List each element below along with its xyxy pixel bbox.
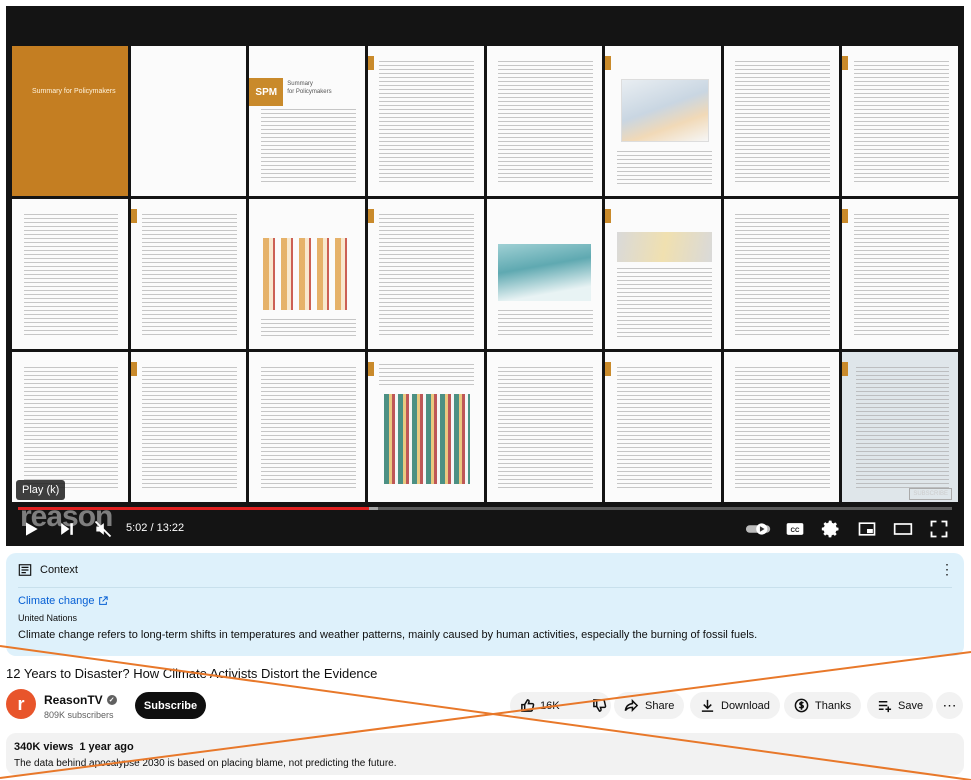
description-meta: 340K views 1 year ago	[14, 741, 140, 753]
channel-avatar[interactable]: r	[6, 689, 36, 719]
miniplayer-icon	[858, 522, 876, 536]
report-page	[130, 352, 247, 502]
thanks-button[interactable]: Thanks	[784, 692, 862, 719]
youtube-watch-page: Summary for Policymakers SPM Summary for …	[0, 0, 971, 780]
external-link-icon	[99, 596, 109, 605]
report-page	[842, 46, 958, 196]
context-heading: Context	[40, 564, 78, 576]
context-description: Climate change refers to long-term shift…	[18, 629, 758, 641]
fullscreen-icon	[930, 520, 948, 538]
divider	[18, 587, 952, 588]
like-button[interactable]: 16K	[510, 692, 570, 719]
report-page-cover: Summary for Policymakers	[12, 46, 128, 196]
play-icon	[26, 522, 38, 536]
context-header: Context	[18, 563, 78, 577]
subscriber-count: 809K subscribers	[44, 710, 114, 720]
view-count: 340K views	[14, 741, 74, 753]
context-info-icon	[18, 564, 32, 576]
context-source: United Nations	[18, 613, 78, 623]
more-horizontal-icon: ⋯	[942, 697, 957, 713]
report-page	[723, 352, 840, 502]
fullscreen-button[interactable]	[928, 518, 950, 540]
context-panel: Context ⋮ Climate change United Nations …	[6, 553, 964, 656]
save-button[interactable]: Save	[867, 692, 934, 719]
report-page-highlighted	[842, 352, 958, 502]
theater-mode-button[interactable]	[892, 518, 914, 540]
next-button[interactable]	[56, 518, 78, 540]
share-icon	[624, 699, 639, 712]
report-page-figure	[486, 199, 603, 349]
report-page	[130, 199, 247, 349]
video-player[interactable]: Summary for Policymakers SPM Summary for …	[6, 6, 964, 546]
thanks-dollar-icon	[794, 698, 809, 713]
download-icon	[701, 699, 714, 712]
description-text: The data behind apocalypse 2030 is based…	[14, 758, 397, 769]
report-page-figure	[605, 46, 721, 196]
more-actions-button[interactable]: ⋯	[936, 692, 963, 719]
autoplay-toggle[interactable]	[744, 518, 774, 540]
mute-button[interactable]	[92, 518, 114, 540]
closed-captions-icon: CC	[786, 523, 804, 535]
thumbs-down-icon	[592, 699, 606, 712]
report-page	[367, 199, 484, 349]
document-page-grid: Summary for Policymakers SPM Summary for …	[12, 46, 958, 502]
play-tooltip: Play (k)	[16, 480, 66, 500]
report-page	[605, 352, 721, 502]
settings-button[interactable]	[820, 518, 842, 540]
description-box[interactable]: 340K views 1 year ago The data behind apo…	[6, 733, 964, 775]
channel-name-row[interactable]: ReasonTV ✓	[44, 693, 117, 707]
upload-age: 1 year ago	[79, 741, 134, 753]
report-page-figure	[249, 199, 365, 349]
report-page	[486, 46, 603, 196]
spm-badge: SPM	[249, 78, 284, 106]
spm-heading: Summary for Policymakers	[287, 81, 332, 95]
channel-name[interactable]: ReasonTV	[44, 693, 103, 707]
muted-volume-icon	[94, 520, 112, 538]
miniplayer-button[interactable]	[856, 518, 878, 540]
report-page-blank	[130, 46, 247, 196]
report-page	[723, 199, 840, 349]
report-page-table	[605, 199, 721, 349]
verified-badge-icon: ✓	[106, 695, 117, 705]
next-icon	[61, 523, 73, 535]
report-page	[723, 46, 840, 196]
dislike-button[interactable]	[582, 692, 617, 719]
context-topic-link[interactable]: Climate change	[18, 595, 109, 607]
player-controls: 5:02 / 13:22 CC	[6, 510, 964, 546]
report-page	[842, 199, 958, 349]
svg-text:CC: CC	[790, 527, 800, 534]
subscribe-watermark[interactable]: SUBSCRIBE	[909, 488, 952, 500]
report-page	[12, 199, 128, 349]
subscribe-button[interactable]: Subscribe	[135, 692, 206, 719]
report-page	[486, 352, 603, 502]
share-button[interactable]: Share	[614, 692, 685, 719]
report-page	[249, 352, 365, 502]
context-more-icon[interactable]: ⋮	[940, 561, 954, 578]
report-page-heatmap	[367, 352, 484, 502]
download-button[interactable]: Download	[690, 692, 780, 719]
gear-icon	[821, 520, 839, 538]
theater-mode-icon	[893, 523, 913, 535]
time-display: 5:02 / 13:22	[126, 522, 185, 534]
autoplay-toggle-icon	[745, 523, 771, 535]
thumbs-up-icon	[521, 699, 535, 712]
report-page-spm: SPM Summary for Policymakers	[249, 46, 365, 196]
like-dislike-group: 16K	[510, 692, 611, 719]
subtitles-button[interactable]: CC	[784, 518, 806, 540]
save-playlist-icon	[878, 701, 892, 713]
video-title: 12 Years to Disaster? How Climate Activi…	[6, 666, 378, 681]
play-button[interactable]	[20, 518, 42, 540]
report-page	[367, 46, 484, 196]
